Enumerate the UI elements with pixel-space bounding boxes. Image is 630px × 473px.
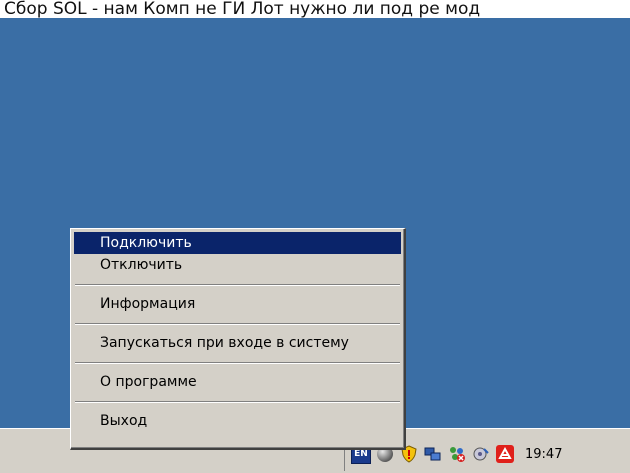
menu-item-exit[interactable]: Выход [74, 410, 401, 432]
menu-item-about[interactable]: О программе [74, 371, 401, 393]
menu-item-information[interactable]: Информация [74, 293, 401, 315]
menu-item-run-at-startup[interactable]: Запускаться при входе в систему [74, 332, 401, 354]
antivirus-umbrella-icon[interactable] [495, 444, 515, 464]
clock[interactable]: 19:47 [525, 447, 562, 462]
network-connection-icon[interactable] [423, 444, 443, 464]
menu-separator [75, 362, 400, 364]
menu-separator [75, 401, 400, 403]
hardware-icon[interactable] [471, 444, 491, 464]
network-error-icon[interactable] [447, 444, 467, 464]
tray-context-menu: Подключить Отключить Информация Запускат… [70, 228, 406, 450]
menu-separator [75, 284, 400, 286]
menu-item-connect[interactable]: Подключить [74, 232, 401, 254]
menu-item-disconnect[interactable]: Отключить [74, 254, 401, 276]
menu-separator [75, 323, 400, 325]
